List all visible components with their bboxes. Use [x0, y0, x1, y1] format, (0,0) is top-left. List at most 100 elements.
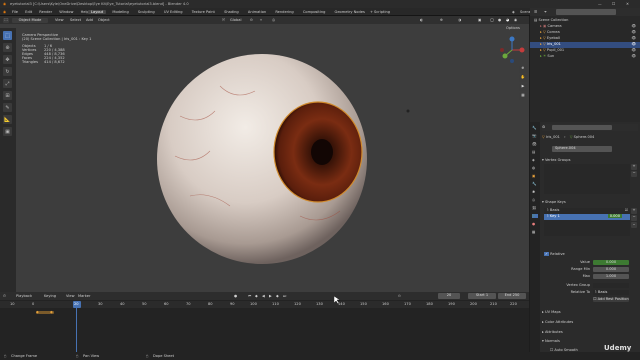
relative-checkbox[interactable]: ✓ Relative — [544, 252, 565, 256]
gizmo-icon[interactable]: ⊕ — [440, 18, 443, 22]
eye-icon[interactable]: 👁 — [631, 36, 636, 40]
timeline-editor-icon[interactable]: ⏱ — [3, 294, 6, 298]
tool-tab-icon[interactable]: 🔧 — [532, 126, 538, 130]
constraints-tab-icon[interactable]: ⛓ — [532, 206, 538, 210]
shape-keys-header[interactable]: ▾ Shape Keys — [542, 200, 566, 204]
maximize-icon[interactable]: ☐ — [612, 2, 615, 6]
ortho-toggle-icon[interactable]: ▦ — [519, 93, 527, 100]
menu-render[interactable]: Render — [39, 10, 52, 14]
menu-file[interactable]: File — [12, 10, 18, 14]
add-menu[interactable]: Add — [86, 18, 93, 22]
transform-orientation[interactable]: Global — [230, 18, 241, 22]
shading-solid-icon[interactable]: ● — [498, 18, 501, 22]
view-layer-tab-icon[interactable]: ▤ — [532, 150, 538, 154]
shape-key-value[interactable]: 0.000 — [607, 214, 622, 218]
shading-material-icon[interactable]: ◕ — [506, 18, 509, 22]
view-menu-timeline[interactable]: View — [66, 294, 75, 298]
transform-icon[interactable]: ⊞ — [3, 91, 12, 100]
next-key-icon[interactable]: ◆ — [276, 294, 279, 298]
keyframe-icon[interactable]: ◆ — [36, 310, 39, 314]
sync-icon[interactable]: ⏲ — [398, 294, 401, 298]
tab-texture-paint[interactable]: Texture Paint — [189, 10, 218, 14]
eye-icon[interactable]: 👁 — [631, 30, 636, 34]
cursor-icon[interactable]: ⊕ — [3, 43, 12, 52]
annotate-icon[interactable]: ✎ — [3, 103, 12, 112]
play-reverse-icon[interactable]: ◀ — [262, 294, 265, 298]
measure-icon[interactable]: 📐 — [3, 115, 12, 124]
properties-search-input[interactable] — [552, 125, 612, 130]
scale-icon[interactable]: ⤢ — [3, 79, 12, 88]
prev-key-icon[interactable]: ◆ — [255, 294, 258, 298]
tab-layout[interactable]: Layout — [88, 10, 107, 14]
select-box-icon[interactable]: ⬚ — [3, 31, 12, 40]
uv-maps-section[interactable]: ▸ UV Maps — [542, 310, 561, 314]
range-min-field[interactable]: 0.000 — [593, 267, 629, 272]
shape-key-specials-icon[interactable]: ⌄ — [631, 222, 637, 228]
attributes-section[interactable]: ▸ Attributes — [542, 330, 563, 334]
xray-icon[interactable]: ▣ — [478, 18, 481, 22]
modifier-tab-icon[interactable]: 🔧 — [532, 182, 538, 186]
playhead-handle[interactable]: 20 — [73, 301, 81, 308]
camera-view-icon[interactable]: ▶ — [519, 84, 527, 91]
tab-compositing[interactable]: Compositing — [300, 10, 329, 14]
tab-uv-editing[interactable]: UV Editing — [161, 10, 186, 14]
output-tab-icon[interactable]: 🖨 — [532, 142, 538, 146]
navigation-gizmo[interactable] — [498, 36, 526, 64]
visibility-icon[interactable]: ◐ — [420, 18, 423, 22]
remove-shape-key-icon[interactable]: − — [631, 215, 637, 221]
tab-rendering[interactable]: Rendering — [272, 10, 296, 14]
options-menu[interactable]: Options — [506, 26, 520, 30]
shading-wireframe-icon[interactable]: ◯ — [490, 18, 494, 22]
value-field[interactable]: 0.000 — [593, 260, 629, 265]
playback-menu[interactable]: Playback — [16, 294, 32, 298]
object-menu[interactable]: Object — [98, 18, 110, 22]
tab-geometry-nodes[interactable]: Geometry Nodes — [332, 10, 368, 14]
keyframe-icon[interactable]: ◆ — [50, 310, 53, 314]
editor-type-icon[interactable]: ⛶ — [3, 18, 9, 23]
data-tab-icon[interactable]: ▽ — [532, 214, 538, 218]
color-attributes-section[interactable]: ▸ Color Attributes — [542, 320, 573, 324]
vertex-groups-list[interactable] — [544, 164, 630, 194]
scene-tab-icon[interactable]: ◈ — [532, 158, 538, 162]
shape-key-row-key1[interactable]: ⌇ Key 1 0.000 — [544, 214, 630, 220]
add-rest-position-checkbox[interactable]: ☐ Add Rest Position — [593, 297, 629, 302]
outliner-row-sun[interactable]: ▸ ☀ Sun 👁 — [530, 54, 640, 60]
remove-vertex-group-icon[interactable]: − — [631, 171, 637, 177]
checkbox-icon[interactable]: ☑ — [625, 208, 628, 212]
properties-editor-icon[interactable]: ⚙ — [542, 125, 545, 129]
mesh-datablock-field[interactable]: Sphere.004 — [552, 146, 612, 152]
jump-end-icon[interactable]: ⏭ — [283, 294, 286, 298]
jump-start-icon[interactable]: ⏮ — [248, 294, 251, 298]
vertex-groups-header[interactable]: ▾ Vertex Groups — [542, 158, 570, 162]
tab-sculpting[interactable]: Sculpting — [135, 10, 158, 14]
pivot-icon[interactable]: ⊙ — [250, 18, 253, 22]
max-field[interactable]: 1.000 — [593, 274, 629, 279]
material-tab-icon[interactable]: ● — [532, 222, 538, 226]
zoom-icon[interactable]: ⊕ — [519, 66, 527, 73]
add-vertex-group-icon[interactable]: + — [631, 164, 637, 170]
physics-tab-icon[interactable]: ◎ — [532, 198, 538, 202]
tab-scripting[interactable]: Scripting — [371, 10, 393, 14]
move-icon[interactable]: ✥ — [3, 55, 12, 64]
add-shape-key-icon[interactable]: + — [631, 208, 637, 214]
tab-animation[interactable]: Animation — [245, 10, 269, 14]
menu-window[interactable]: Window — [59, 10, 73, 14]
minimize-icon[interactable]: — — [598, 2, 602, 6]
current-frame-field[interactable]: 20 — [438, 293, 460, 299]
object-tab-icon[interactable]: ▣ — [532, 174, 538, 178]
outliner-search-input[interactable] — [556, 9, 616, 15]
shape-keys-list[interactable]: ⌇ Basis ☑ ⌇ Key 1 0.000 — [544, 208, 630, 236]
start-frame-field[interactable]: Start 1 — [468, 293, 496, 299]
marker-menu[interactable]: Marker — [78, 294, 90, 298]
mode-selector[interactable]: Object Mode — [12, 18, 48, 23]
select-menu[interactable]: Select — [70, 18, 81, 22]
end-frame-field[interactable]: End 250 — [498, 293, 526, 299]
relative-to-field[interactable]: ⌇ Basis — [593, 290, 629, 295]
eye-icon[interactable]: 👁 — [631, 48, 636, 52]
eye-icon[interactable]: 👁 — [631, 42, 636, 46]
overlay-icon[interactable]: ◑ — [458, 18, 461, 22]
tab-modeling[interactable]: Modeling — [109, 10, 131, 14]
add-cube-icon[interactable]: ▣ — [3, 127, 12, 136]
eye-icon[interactable]: 👁 — [631, 24, 636, 28]
close-icon[interactable]: ✕ — [626, 2, 629, 6]
